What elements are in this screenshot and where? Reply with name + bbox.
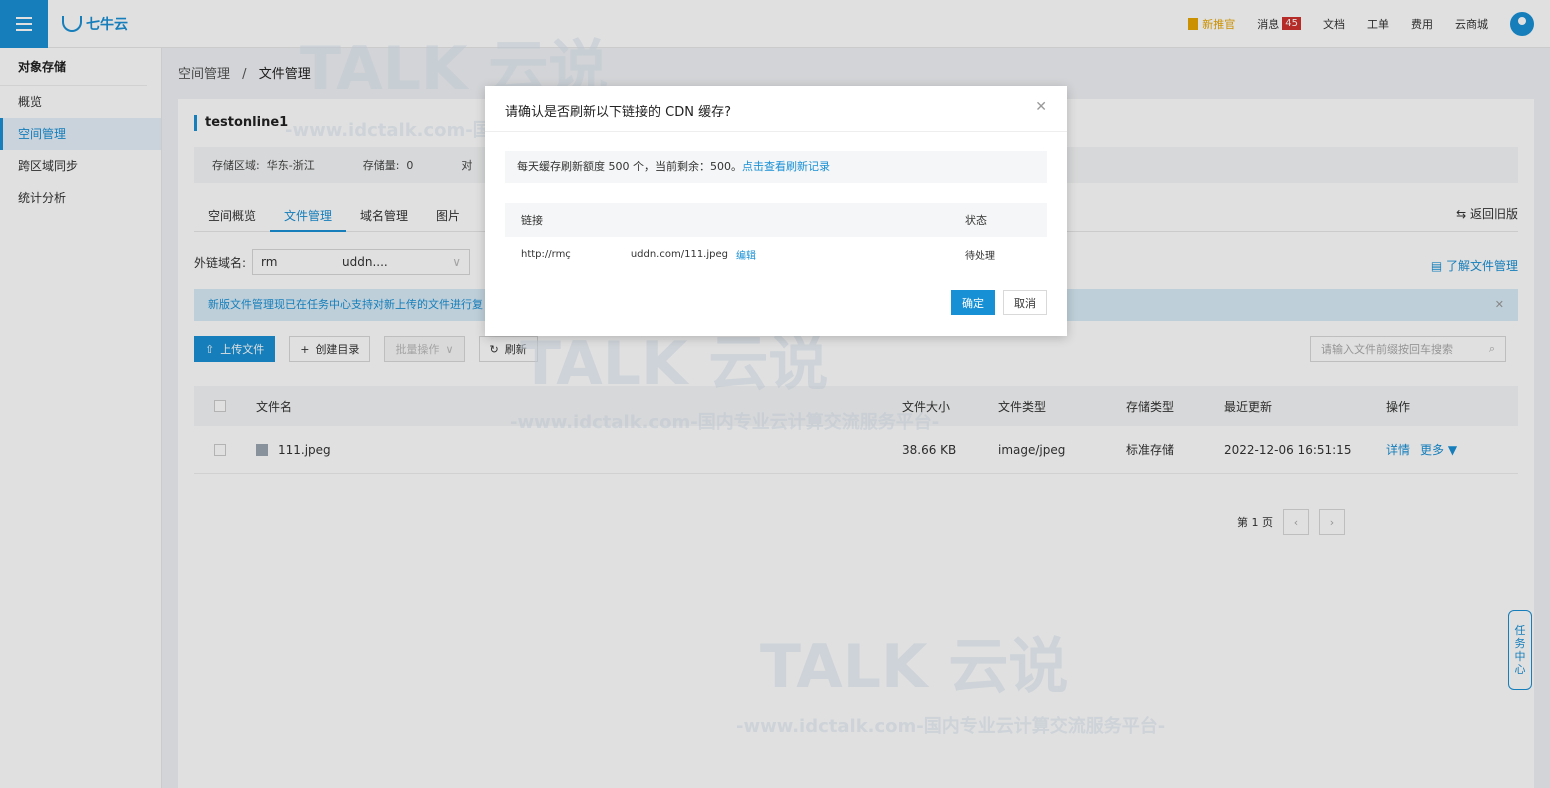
divider [485, 131, 1067, 132]
header-link: 链接 [521, 214, 543, 227]
dialog-table-row: http://rmç uddn.com/111.jpeg 编辑 待处理 [505, 237, 1047, 271]
cancel-button[interactable]: 取消 [1003, 290, 1047, 315]
watermark-tagline: -www.idctalk.com-国内专业云计算交流服务平台- [736, 716, 1166, 737]
refresh-history-link[interactable]: 点击查看刷新记录 [742, 160, 830, 173]
cdn-refresh-dialog: 请确认是否刷新以下链接的 CDN 缓存? ✕ 每天缓存刷新额度 500 个，当前… [485, 86, 1067, 336]
header-status: 状态 [965, 214, 987, 227]
watermark-tagline: -www.idctalk.com-国内专业云计算交流服务平台- [510, 412, 940, 433]
watermark-brand: TALK 云说 [760, 632, 1069, 702]
close-icon[interactable]: ✕ [1035, 99, 1047, 115]
quota-notice: 每天缓存刷新额度 500 个，当前剩余：500。点击查看刷新记录 [505, 151, 1047, 183]
row-status: 待处理 [965, 250, 995, 262]
confirm-button[interactable]: 确定 [951, 290, 995, 315]
quota-text: 每天缓存刷新额度 500 个，当前剩余：500。 [517, 160, 742, 173]
url-end: uddn.com/111.jpeg [630, 248, 728, 260]
url-start: http://rmç [521, 248, 571, 260]
edit-link[interactable]: 编辑 [736, 247, 756, 262]
dialog-title: 请确认是否刷新以下链接的 CDN 缓存? [505, 105, 731, 120]
dialog-buttons: 确定 取消 [951, 290, 1047, 315]
dialog-table-header: 链接 状态 [505, 203, 1047, 237]
masked-region [571, 249, 631, 259]
